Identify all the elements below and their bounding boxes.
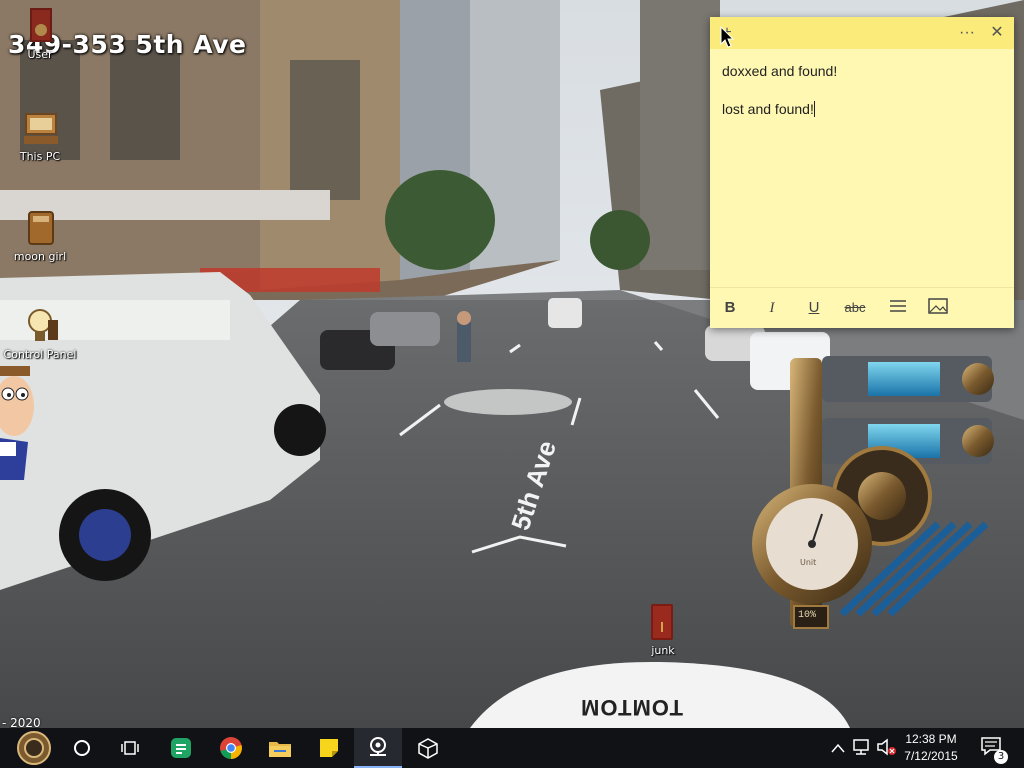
task-view-button[interactable] [106,728,154,768]
chrome-icon [220,737,242,759]
clock-time: 12:38 PM [905,732,957,746]
sheets-icon [171,738,191,758]
desktop-icon-label: junk [651,644,675,657]
format-toolbar: B I U abc [710,287,1014,328]
action-center-button[interactable]: 3 [980,736,1008,764]
taskbar-chrome[interactable] [207,728,255,768]
mouse-cursor [720,25,735,52]
steampunk-gauge-gadget[interactable]: Unit 10% [742,348,998,648]
desktop-icon-label: Control Panel [3,348,77,361]
close-button[interactable]: ✕ [986,23,1008,43]
cartoon-character-icon [0,366,34,480]
desktop-icon-moon-girl[interactable]: moon girl [0,208,80,263]
bold-button[interactable]: B [718,298,742,318]
note-text-area[interactable]: doxxed and found! lost and found! [710,49,1014,153]
strikethrough-button[interactable]: abc [840,298,870,318]
sticky-note-window[interactable]: + ··· ✕ doxxed and found! lost and found… [710,17,1014,328]
gauge-graphic [752,356,994,629]
tray-overflow-button[interactable] [828,738,848,758]
taskbar-unity[interactable] [404,728,452,768]
note-line: doxxed and found! [722,63,838,79]
taskbar: 12:38 PM 7/12/2015 3 [0,728,1024,768]
network-icon [853,739,869,755]
close-icon: ✕ [990,24,1004,41]
more-icon: ··· [959,24,975,41]
taskbar-maps[interactable] [354,728,402,768]
maps-pin-icon [370,737,386,756]
chevron-up-icon [831,743,845,753]
volume-button[interactable] [876,738,898,758]
desktop-icon-label: moon girl [13,250,67,263]
sticky-notes-icon [320,739,338,757]
computer-icon [20,108,60,148]
lightbulb-icon [20,306,60,346]
volume-muted-icon [877,738,896,756]
underline-button[interactable]: U [802,298,826,318]
unity-icon [418,738,438,759]
taskbar-sheets[interactable] [157,728,205,768]
task-view-icon [121,741,139,755]
menu-button[interactable]: ··· [956,23,978,43]
gauge-unit-label: Unit [800,558,817,567]
desktop-icon-user[interactable]: User [0,6,80,61]
network-button[interactable] [852,738,874,758]
image-icon [928,298,948,314]
notification-count-badge: 3 [994,750,1008,764]
desktop-icon-label: This PC [19,150,61,163]
italic-button[interactable]: I [760,298,784,318]
taskbar-sticky-notes[interactable] [305,728,353,768]
sticky-note-titlebar[interactable]: + ··· ✕ [710,17,1014,49]
pointer-icon [720,25,735,48]
desktop-icon-junk[interactable]: junk [623,602,703,657]
bullet-list-button[interactable] [886,298,910,318]
search-button[interactable] [58,728,106,768]
note-line: lost and found! [722,101,815,117]
vehicle-brand-label: TOMTOM [580,695,683,720]
book-icon [20,6,60,46]
folder-icon [20,208,60,248]
clock-date: 7/12/2015 [904,749,958,763]
desktop-icon-this-pc[interactable]: This PC [0,108,80,163]
start-button[interactable] [10,728,58,768]
text-cursor [813,101,815,117]
start-orb-icon [17,731,51,765]
taskbar-file-explorer[interactable] [256,728,304,768]
desktop-icon-control-panel[interactable]: Control Panel [0,306,80,361]
cortana-circle-icon [74,740,90,756]
desktop-icon-label: User [27,48,53,61]
recycle-bin-icon [643,602,683,642]
list-icon [890,300,906,312]
add-image-button[interactable] [926,298,950,318]
clock[interactable]: 12:38 PM 7/12/2015 [896,731,966,765]
folder-icon [269,742,291,757]
gauge-percent-readout: 10% [798,610,817,621]
character-gadget[interactable] [0,362,38,480]
